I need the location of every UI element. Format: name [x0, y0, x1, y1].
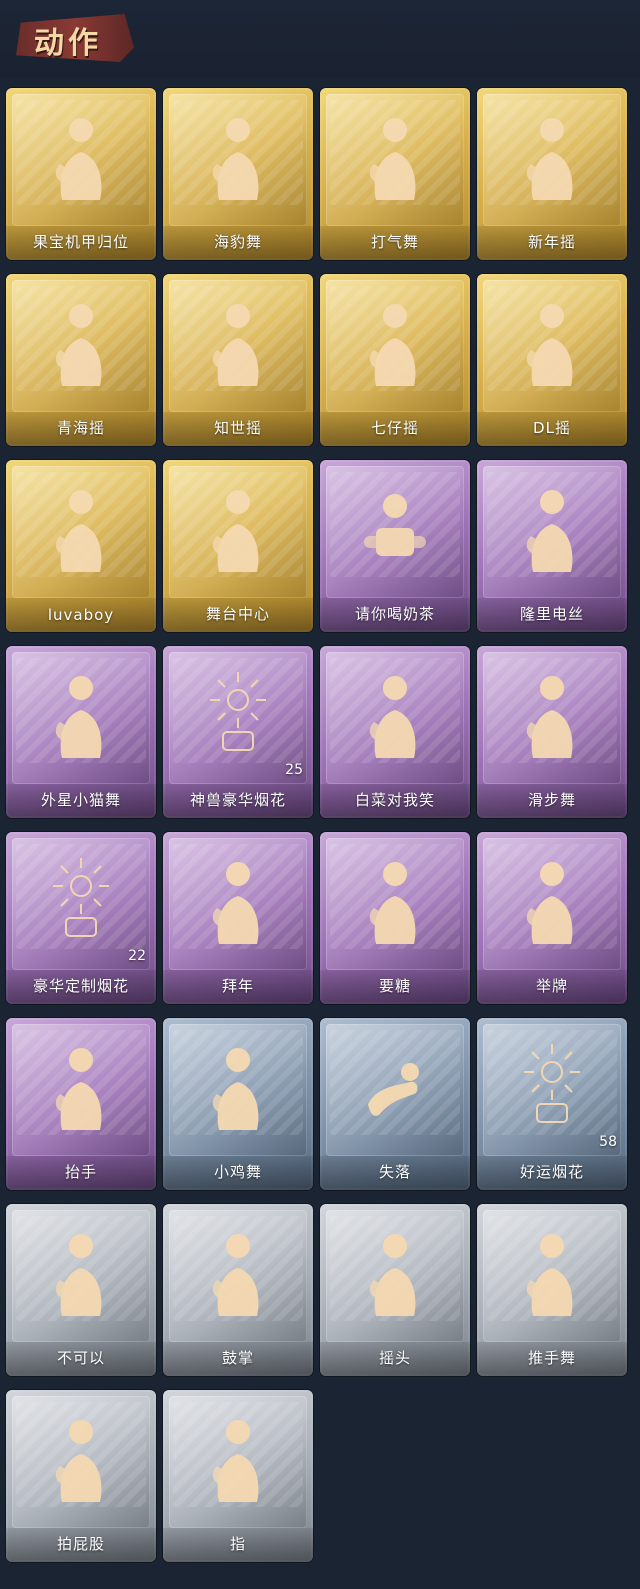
action-card[interactable]: 拍屁股 — [6, 1390, 156, 1562]
firework-icon — [201, 670, 275, 760]
action-card[interactable]: 青海摇 — [6, 274, 156, 446]
action-label: 请你喝奶茶 — [354, 605, 435, 623]
action-card[interactable]: 鼓掌 — [163, 1204, 313, 1376]
action-label: 青海摇 — [56, 419, 105, 437]
action-label: 豪华定制烟花 — [32, 977, 129, 995]
action-card[interactable]: 要糖 — [320, 832, 470, 1004]
raise-hand-icon — [44, 1042, 118, 1132]
action-card[interactable]: 舞台中心 — [163, 460, 313, 632]
point-icon — [201, 1414, 275, 1504]
action-label: 拍屁股 — [56, 1535, 105, 1553]
action-card[interactable]: 举牌 — [477, 832, 627, 1004]
action-label: 不可以 — [56, 1349, 105, 1367]
sign-pose-icon — [515, 856, 589, 946]
action-card[interactable]: luvaboy — [6, 460, 156, 632]
item-count: 58 — [599, 1134, 617, 1150]
action-card[interactable]: 好运烟花 58 — [477, 1018, 627, 1190]
action-card[interactable]: 请你喝奶茶 — [320, 460, 470, 632]
action-card[interactable]: 果宝机甲归位 — [6, 88, 156, 260]
action-label: 好运烟花 — [519, 1163, 584, 1181]
crawl-pose-icon — [358, 1042, 432, 1132]
action-card[interactable]: 抬手 — [6, 1018, 156, 1190]
action-card[interactable]: 新年摇 — [477, 88, 627, 260]
action-label: 小鸡舞 — [213, 1163, 262, 1181]
action-label: 失落 — [378, 1163, 411, 1181]
dance-pose-icon — [201, 484, 275, 574]
action-label: 隆里电丝 — [519, 605, 584, 623]
ask-pose-icon — [358, 856, 432, 946]
action-label: 白菜对我笑 — [354, 791, 435, 809]
firework-box-icon — [44, 856, 118, 946]
action-card[interactable]: 神兽豪华烟花 25 — [163, 646, 313, 818]
pat-pose-icon — [44, 1414, 118, 1504]
push-hand-icon — [515, 1228, 589, 1318]
action-label: 舞台中心 — [205, 605, 270, 623]
action-label: 鼓掌 — [221, 1349, 254, 1367]
action-card[interactable]: 隆里电丝 — [477, 460, 627, 632]
action-label: 滑步舞 — [527, 791, 576, 809]
dance-pose-icon — [201, 298, 275, 388]
action-card[interactable]: 豪华定制烟花 22 — [6, 832, 156, 1004]
action-label: 指 — [229, 1535, 246, 1553]
action-card[interactable]: 摇头 — [320, 1204, 470, 1376]
action-card[interactable]: 外星小猫舞 — [6, 646, 156, 818]
action-card[interactable]: 不可以 — [6, 1204, 156, 1376]
action-label: 打气舞 — [370, 233, 419, 251]
action-card[interactable]: 拜年 — [163, 832, 313, 1004]
dance-pose-icon — [515, 484, 589, 574]
dance-pose-icon — [358, 112, 432, 202]
shake-head-icon — [358, 1228, 432, 1318]
action-label: 要糖 — [378, 977, 411, 995]
finger-no-icon — [44, 1228, 118, 1318]
dance-pose-icon — [515, 670, 589, 760]
dance-pose-icon — [515, 112, 589, 202]
action-card[interactable]: 指 — [163, 1390, 313, 1562]
action-card[interactable]: 知世摇 — [163, 274, 313, 446]
action-card[interactable]: 白菜对我笑 — [320, 646, 470, 818]
clap-icon — [201, 1228, 275, 1318]
dance-pose-icon — [358, 670, 432, 760]
greeting-pose-icon — [201, 856, 275, 946]
dance-pose-icon — [44, 670, 118, 760]
header: 动作 — [0, 0, 640, 78]
action-card[interactable]: DL摇 — [477, 274, 627, 446]
dance-pose-icon — [44, 298, 118, 388]
dance-pose-icon — [201, 112, 275, 202]
action-label: 拜年 — [221, 977, 254, 995]
action-label: luvaboy — [47, 606, 115, 624]
dance-pose-icon — [44, 484, 118, 574]
action-label: 推手舞 — [527, 1349, 576, 1367]
item-count: 22 — [128, 948, 146, 964]
action-label: 海豹舞 — [213, 233, 262, 251]
action-card[interactable]: 失落 — [320, 1018, 470, 1190]
action-card[interactable]: 滑步舞 — [477, 646, 627, 818]
firework-can-icon — [515, 1042, 589, 1132]
action-card[interactable]: 打气舞 — [320, 88, 470, 260]
dance-pose-icon — [44, 112, 118, 202]
action-label: 外星小猫舞 — [40, 791, 121, 809]
action-label: 七仔摇 — [370, 419, 419, 437]
action-label: 摇头 — [378, 1349, 411, 1367]
item-count: 25 — [285, 762, 303, 778]
dance-pose-icon — [358, 298, 432, 388]
action-card[interactable]: 小鸡舞 — [163, 1018, 313, 1190]
action-label: 知世摇 — [213, 419, 262, 437]
action-label: DL摇 — [533, 419, 571, 437]
action-label: 果宝机甲归位 — [32, 233, 129, 251]
chicken-dance-icon — [201, 1042, 275, 1132]
action-label: 神兽豪华烟花 — [189, 791, 286, 809]
action-label: 举牌 — [535, 977, 568, 995]
action-card[interactable]: 七仔摇 — [320, 274, 470, 446]
milk-tea-icon — [358, 484, 432, 574]
action-card[interactable]: 海豹舞 — [163, 88, 313, 260]
dance-pose-icon — [515, 298, 589, 388]
action-label: 新年摇 — [527, 233, 576, 251]
action-label: 抬手 — [64, 1163, 97, 1181]
action-card[interactable]: 推手舞 — [477, 1204, 627, 1376]
page-title: 动作 — [34, 26, 102, 61]
